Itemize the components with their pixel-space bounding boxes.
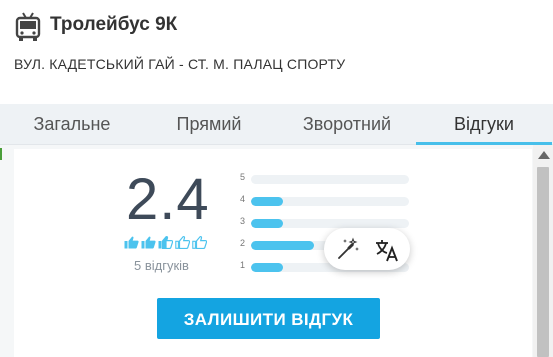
rating-thumbs <box>124 236 207 249</box>
floating-toolbar <box>324 228 410 270</box>
rating-bar-fill <box>251 241 315 250</box>
tab-bar: Загальне Прямий Зворотний Відгуки <box>0 104 553 145</box>
thumb-up-filled-icon <box>124 236 139 249</box>
rating-row-label: 1 <box>240 260 246 270</box>
rating-score: 2.4 <box>126 167 210 232</box>
tab-general[interactable]: Загальне <box>8 104 136 144</box>
edge-marker <box>0 148 5 160</box>
review-count: 5 відгуків <box>134 258 189 273</box>
rating-bar-track <box>251 219 409 228</box>
thumb-up-filled-icon <box>141 236 156 249</box>
scroll-up-arrow-icon[interactable] <box>538 151 550 159</box>
trolleybus-icon <box>15 12 41 41</box>
magic-wand-icon[interactable] <box>336 237 360 261</box>
tab-reviews[interactable]: Відгуки <box>416 104 552 145</box>
rating-bar-fill <box>251 219 283 228</box>
thumb-up-outline-icon <box>192 236 207 249</box>
route-title: Тролейбус 9К <box>50 14 178 35</box>
route-endpoints: ВУЛ. КАДЕТСЬКИЙ ГАЙ - СТ. М. ПАЛАЦ СПОРТ… <box>14 56 346 72</box>
rating-row-5: 5 <box>238 172 410 186</box>
tab-forward[interactable]: Прямий <box>145 104 273 144</box>
tab-reverse[interactable]: Зворотний <box>282 104 412 144</box>
thumb-up-outline-icon <box>175 236 190 249</box>
route-header: Тролейбус 9К ВУЛ. КАДЕТСЬКИЙ ГАЙ - СТ. М… <box>0 0 553 104</box>
translate-icon[interactable] <box>374 237 400 263</box>
rating-row-label: 5 <box>240 172 246 182</box>
thumb-up-partial-icon <box>158 236 173 249</box>
rating-row-label: 4 <box>240 194 246 204</box>
rating-row-4: 4 <box>238 194 410 208</box>
rating-bar-track <box>251 175 409 184</box>
rating-bar-fill <box>251 263 283 272</box>
scrollbar[interactable] <box>533 145 553 357</box>
rating-row-label: 3 <box>240 216 246 226</box>
rating-row-label: 2 <box>240 238 246 248</box>
leave-review-button[interactable]: ЗАЛИШИТИ ВІДГУК <box>157 298 380 339</box>
rating-bar-track <box>251 197 409 206</box>
scrollbar-thumb[interactable] <box>537 167 549 357</box>
rating-bar-fill <box>251 197 283 206</box>
